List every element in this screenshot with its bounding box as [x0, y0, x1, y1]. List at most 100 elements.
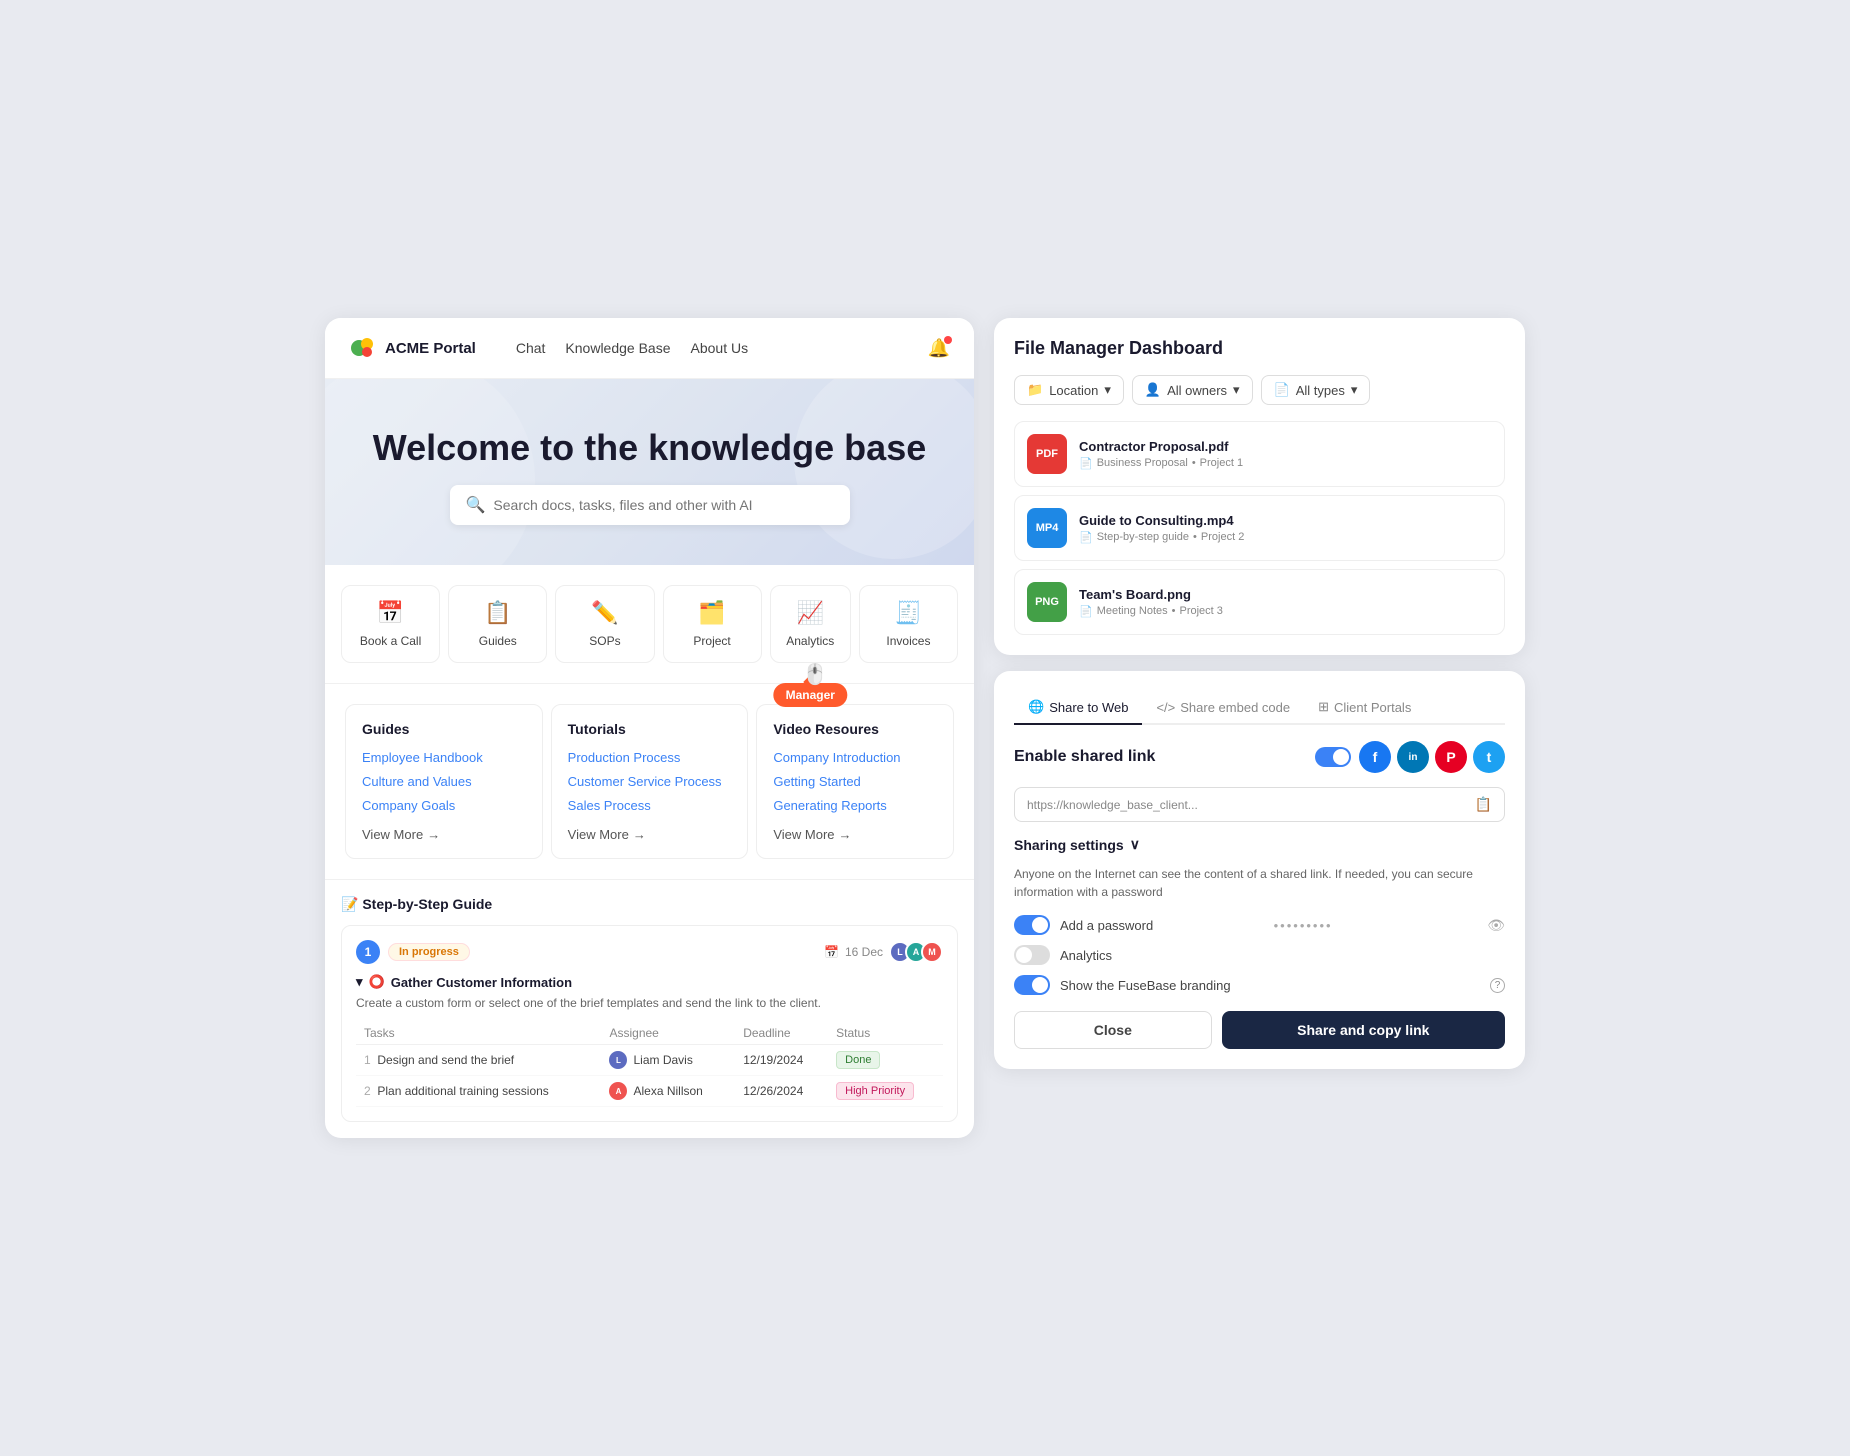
filter-location[interactable]: 📁 Location ▾: [1014, 375, 1124, 405]
tutorial-link-1[interactable]: Customer Service Process: [568, 774, 722, 789]
file-item-1[interactable]: MP4 Guide to Consulting.mp4 📄 Step-by-st…: [1014, 495, 1505, 561]
globe-icon: 🌐: [1028, 699, 1044, 715]
share-actions: Close Share and copy link: [1014, 1011, 1505, 1049]
nav-chat[interactable]: Chat: [516, 340, 546, 356]
link-field: 📋: [1014, 787, 1505, 822]
enable-link-toggle[interactable]: [1315, 747, 1351, 767]
row2-assignee: Alexa Nillson: [633, 1084, 702, 1098]
knowledge-base-panel: ACME Portal Chat Knowledge Base About Us…: [325, 318, 974, 1138]
folder-icon: 📁: [1027, 382, 1043, 398]
video-link-2[interactable]: Generating Reports: [773, 798, 886, 813]
file-doc-icon-0: 📄: [1079, 457, 1093, 470]
tab-share-to-web[interactable]: 🌐 Share to Web: [1014, 691, 1142, 725]
video-link-0[interactable]: Company Introduction: [773, 750, 900, 765]
facebook-share-button[interactable]: f: [1359, 741, 1391, 773]
help-icon[interactable]: ?: [1490, 978, 1505, 993]
tutorials-view-more[interactable]: View More →: [568, 827, 732, 842]
pinterest-share-button[interactable]: P: [1435, 741, 1467, 773]
file-name-1: Guide to Consulting.mp4: [1079, 513, 1492, 528]
nav-knowledge-base[interactable]: Knowledge Base: [565, 340, 670, 356]
row1-deadline: 12/19/2024: [735, 1045, 828, 1076]
filter-types[interactable]: 📄 All types ▾: [1261, 375, 1371, 405]
task-description: Create a custom form or select one of th…: [356, 996, 943, 1010]
eye-icon[interactable]: 👁: [1487, 917, 1505, 934]
tutorials-list: Production Process Customer Service Proc…: [568, 749, 732, 815]
branding-toggle[interactable]: [1014, 975, 1050, 995]
qa-project[interactable]: 🗂️ Project: [663, 585, 762, 663]
qa-analytics[interactable]: 📈 Analytics: [770, 585, 851, 663]
tutorial-link-0[interactable]: Production Process: [568, 750, 681, 765]
content-sections: Guides Employee Handbook Culture and Val…: [325, 684, 974, 880]
file-item-0[interactable]: PDF Contractor Proposal.pdf 📄 Business P…: [1014, 421, 1505, 487]
share-link-input[interactable]: [1027, 798, 1467, 812]
share-copy-link-button[interactable]: Share and copy link: [1222, 1011, 1505, 1049]
file-meta-2: 📄 Meeting Notes • Project 3: [1079, 605, 1492, 618]
col-tasks: Tasks: [356, 1022, 601, 1045]
kb-header: ACME Portal Chat Knowledge Base About Us…: [325, 318, 974, 379]
step-card: 1 In progress 📅 16 Dec L A M ▾: [341, 925, 958, 1122]
assignee-avatar-2: A: [609, 1082, 627, 1100]
enable-shared-link-row: Enable shared link f in P t: [1014, 741, 1505, 773]
chevron-down-icon-2: ▾: [1233, 382, 1240, 398]
linkedin-share-button[interactable]: in: [1397, 741, 1429, 773]
social-icons: f in P t: [1359, 741, 1505, 773]
row1-task: Design and send the brief: [377, 1053, 514, 1067]
video-list: Company Introduction Getting Started Gen…: [773, 749, 937, 815]
portal-icon: ⊞: [1318, 699, 1329, 715]
password-value: •••••••••: [1274, 918, 1478, 933]
file-meta-0: 📄 Business Proposal • Project 1: [1079, 457, 1492, 470]
status-badge: In progress: [388, 943, 470, 961]
arrow-right-icon: →: [427, 827, 440, 842]
step-header: 1 In progress 📅 16 Dec L A M: [356, 940, 943, 964]
qa-project-label: Project: [693, 634, 730, 648]
qa-sops[interactable]: ✏️ SOPs: [555, 585, 654, 663]
setting-analytics-row: Analytics: [1014, 945, 1505, 965]
video-view-more[interactable]: View More →: [773, 827, 937, 842]
sharing-settings-header[interactable]: Sharing settings ∨: [1014, 836, 1505, 853]
analytics-wrapper: 📈 Analytics 🖱️ Manager: [770, 585, 851, 663]
qa-guides[interactable]: 📋 Guides: [448, 585, 547, 663]
setting-password-row: Add a password ••••••••• 👁: [1014, 915, 1505, 935]
project-icon: 🗂️: [698, 600, 725, 626]
guide-link-1[interactable]: Culture and Values: [362, 774, 472, 789]
step-meta: 📅 16 Dec L A M: [824, 941, 943, 963]
row1-status: Done: [836, 1051, 880, 1069]
table-row: 2 Plan additional training sessions A Al…: [356, 1076, 943, 1107]
close-button[interactable]: Close: [1014, 1011, 1212, 1049]
qa-invoices[interactable]: 🧾 Invoices: [859, 585, 958, 663]
nav-about-us[interactable]: About Us: [691, 340, 749, 356]
file-thumb-pdf: PDF: [1027, 434, 1067, 474]
col-status: Status: [828, 1022, 943, 1045]
file-thumb-png: PNG: [1027, 582, 1067, 622]
step-guide-section: 📝 Step-by-Step Guide 1 In progress 📅 16 …: [325, 880, 974, 1138]
step-guide-title: 📝 Step-by-Step Guide: [341, 896, 958, 913]
video-link-1[interactable]: Getting Started: [773, 774, 860, 789]
branding-label: Show the FuseBase branding: [1060, 978, 1480, 993]
password-toggle[interactable]: [1014, 915, 1050, 935]
file-item-2[interactable]: PNG Team's Board.png 📄 Meeting Notes • P…: [1014, 569, 1505, 635]
guide-link-0[interactable]: Employee Handbook: [362, 750, 483, 765]
row2-deadline: 12/26/2024: [735, 1076, 828, 1107]
file-manager-panel: File Manager Dashboard 📁 Location ▾ 👤 Al…: [994, 318, 1525, 655]
guides-view-more[interactable]: View More →: [362, 827, 526, 842]
search-input[interactable]: [493, 497, 833, 513]
tab-client-portals[interactable]: ⊞ Client Portals: [1304, 691, 1425, 725]
file-thumb-mp4: MP4: [1027, 508, 1067, 548]
qa-book-call[interactable]: 📅 Book a Call: [341, 585, 440, 663]
sops-icon: ✏️: [591, 600, 618, 626]
qa-invoices-label: Invoices: [886, 634, 930, 648]
analytics-toggle[interactable]: [1014, 945, 1050, 965]
twitter-share-button[interactable]: t: [1473, 741, 1505, 773]
arrow-right-icon-3: →: [839, 827, 852, 842]
filter-owners[interactable]: 👤 All owners ▾: [1132, 375, 1253, 405]
notifications-button[interactable]: 🔔: [928, 338, 950, 359]
guides-list: Employee Handbook Culture and Values Com…: [362, 749, 526, 815]
copy-icon[interactable]: 📋: [1475, 796, 1492, 813]
assignee-avatar-1: L: [609, 1051, 627, 1069]
tab-share-embed[interactable]: </> Share embed code: [1142, 691, 1304, 725]
file-doc-icon-2: 📄: [1079, 605, 1093, 618]
tutorial-link-2[interactable]: Sales Process: [568, 798, 651, 813]
guide-link-2[interactable]: Company Goals: [362, 798, 455, 813]
enable-shared-link-label: Enable shared link: [1014, 748, 1155, 766]
password-label: Add a password: [1060, 918, 1264, 933]
